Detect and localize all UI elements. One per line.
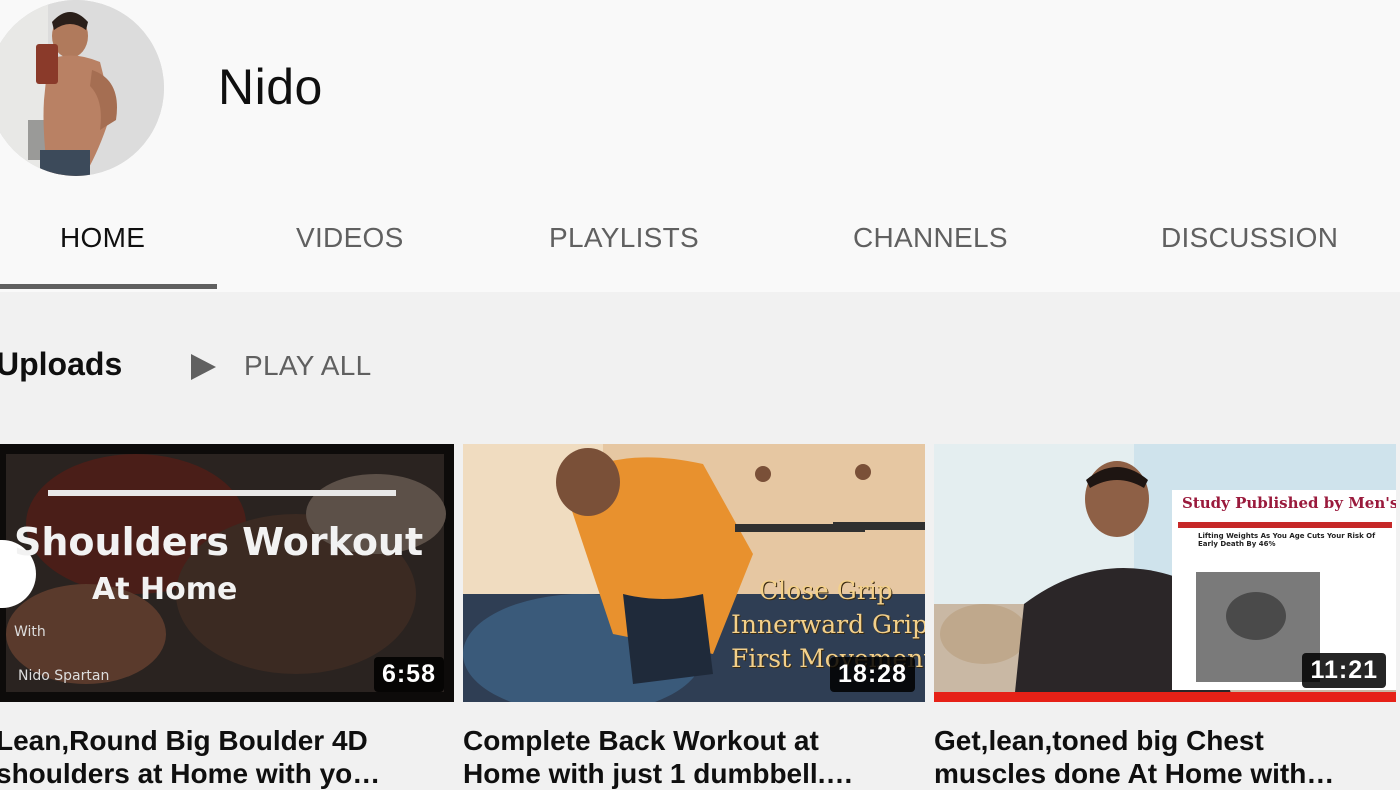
video-card[interactable]: Shoulders Workout At Home With Nido Spar… (0, 444, 454, 789)
thumbnail-overlay-line-2: Innerward Grip (731, 610, 925, 639)
tab-home[interactable]: HOME (60, 222, 145, 254)
video-duration: 6:58 (373, 657, 444, 692)
video-thumbnail[interactable]: Shoulders Workout At Home With Nido Spar… (0, 444, 454, 702)
active-tab-indicator (0, 284, 217, 289)
video-title-line-2: muscles done At Home with… (934, 758, 1335, 789)
thumbnail-overlay-with: With (14, 624, 46, 640)
video-card[interactable]: Study Published by Men's Health Lifting … (934, 444, 1396, 789)
thumbnail-overlay-headline: Study Published by Men's Health (1182, 494, 1396, 512)
play-icon (191, 354, 216, 380)
video-title[interactable]: Complete Back Workout at Home with just … (463, 724, 853, 790)
thumbnail-overlay-credit: Nido Spartan (18, 668, 110, 684)
thumbnail-overlay-article: Lifting Weights As You Age Cuts Your Ris… (1198, 532, 1376, 548)
shelf-title: Uploads (0, 346, 123, 382)
video-duration: 11:21 (1302, 653, 1386, 688)
tab-videos[interactable]: VIDEOS (296, 222, 404, 254)
video-title-line-1: Get,lean,toned big Chest (934, 725, 1264, 756)
channel-tabs: HOME VIDEOS PLAYLISTS CHANNELS DISCUSSIO… (0, 200, 1400, 292)
watch-progress-bar (934, 692, 1396, 702)
channel-avatar[interactable] (0, 0, 164, 176)
video-title-line-1: Complete Back Workout at (463, 725, 819, 756)
video-title-line-2: Home with just 1 dumbbell.… (463, 758, 854, 789)
thumbnail-overlay-line-1: Close Grip (759, 576, 893, 605)
avatar-image (0, 0, 164, 176)
thumbnail-overlay-title: Shoulders Workout (14, 520, 424, 564)
channel-name: Nido (218, 59, 323, 115)
video-title[interactable]: Lean,Round Big Boulder 4D shoulders at H… (0, 724, 380, 790)
play-all-label: PLAY ALL (244, 350, 372, 381)
channel-header: Nido HOME VIDEOS PLAYLISTS CHANNELS DISC… (0, 0, 1400, 292)
video-duration: 18:28 (830, 657, 915, 692)
tab-discussion[interactable]: DISCUSSION (1161, 222, 1338, 254)
tab-playlists[interactable]: PLAYLISTS (549, 222, 699, 254)
video-card[interactable]: Close Grip Innerward Grip First Movement… (463, 444, 925, 789)
video-title-line-2: shoulders at Home with yo… (0, 758, 381, 789)
video-title-line-1: Lean,Round Big Boulder 4D (0, 725, 368, 756)
video-title[interactable]: Get,lean,toned big Chest muscles done At… (934, 724, 1334, 790)
thumbnail-overlay-subtitle: At Home (92, 572, 238, 607)
tab-channels[interactable]: CHANNELS (853, 222, 1008, 254)
video-thumbnail[interactable]: Study Published by Men's Health Lifting … (934, 444, 1396, 702)
video-thumbnail[interactable]: Close Grip Innerward Grip First Movement… (463, 444, 925, 702)
